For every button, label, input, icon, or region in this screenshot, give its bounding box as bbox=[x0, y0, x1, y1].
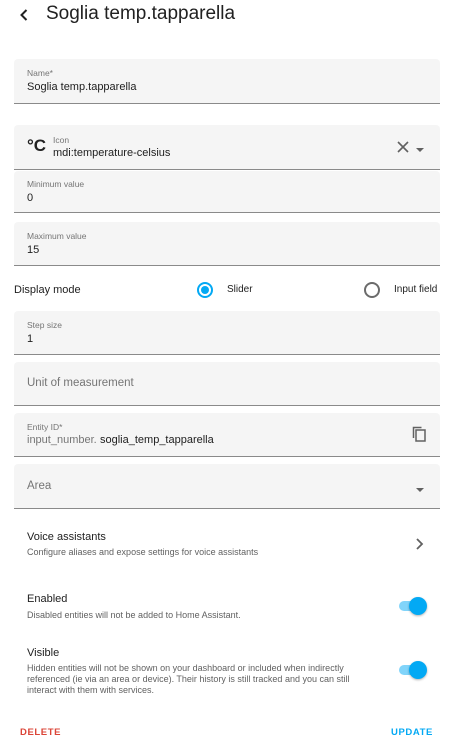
display-mode-label: Display mode bbox=[14, 284, 81, 296]
caret-down-icon bbox=[416, 148, 424, 152]
icon-field-label: Icon bbox=[53, 135, 70, 145]
copy-icon bbox=[412, 426, 426, 442]
slider-radio[interactable] bbox=[197, 282, 213, 298]
dropdown-button[interactable] bbox=[414, 142, 426, 152]
icon-field[interactable]: °C Icon mdi:temperature-celsius bbox=[14, 125, 440, 170]
close-icon bbox=[397, 141, 409, 153]
voice-assistants-row[interactable]: Voice assistants Configure aliases and e… bbox=[0, 527, 451, 563]
chevron-right-icon bbox=[416, 538, 424, 550]
enabled-subtitle: Disabled entities will not be added to H… bbox=[27, 610, 241, 620]
maximum-value-field[interactable]: Maximum value 15 bbox=[14, 222, 440, 266]
step-size-value: 1 bbox=[27, 333, 34, 345]
minimum-value-field[interactable]: Minimum value 0 bbox=[14, 171, 440, 213]
input-field-radio-label[interactable]: Input field bbox=[394, 284, 437, 295]
display-mode-group: Display mode Slider Input field bbox=[14, 280, 440, 302]
enabled-toggle[interactable] bbox=[397, 597, 427, 615]
slider-radio-label[interactable]: Slider bbox=[227, 284, 253, 295]
voice-assistants-subtitle: Configure aliases and expose settings fo… bbox=[27, 547, 259, 557]
entity-id-value: soglia_temp_tapparella bbox=[100, 434, 214, 446]
enabled-toggle-thumb bbox=[409, 597, 427, 615]
dialog-header: Soglia temp.tapparella bbox=[0, 0, 451, 30]
minimum-value-value: 0 bbox=[27, 192, 34, 204]
area-field[interactable]: Area bbox=[14, 464, 440, 509]
area-placeholder: Area bbox=[27, 480, 52, 492]
visible-title: Visible bbox=[27, 647, 60, 659]
enabled-row: Enabled Disabled entities will not be ad… bbox=[0, 590, 451, 624]
caret-down-icon bbox=[416, 488, 424, 492]
step-size-label: Step size bbox=[27, 320, 62, 330]
entity-id-label: Entity ID* bbox=[27, 422, 63, 432]
minimum-value-label: Minimum value bbox=[27, 179, 85, 189]
unit-of-measurement-placeholder: Unit of measurement bbox=[27, 377, 134, 389]
delete-button[interactable]: DELETE bbox=[20, 727, 61, 738]
copy-button[interactable] bbox=[411, 426, 427, 443]
voice-assistants-title: Voice assistants bbox=[27, 531, 106, 543]
visible-subtitle: Hidden entities will not be shown on you… bbox=[27, 663, 350, 695]
temperature-celsius-icon: °C bbox=[27, 136, 47, 155]
clear-button[interactable] bbox=[396, 140, 410, 154]
visible-row: Visible Hidden entities will not be show… bbox=[0, 644, 451, 700]
update-button[interactable]: UPDATE bbox=[391, 727, 433, 738]
unit-of-measurement-field[interactable]: Unit of measurement bbox=[14, 362, 440, 406]
name-field[interactable]: Name* Soglia temp.tapparella bbox=[14, 59, 440, 104]
input-field-radio[interactable] bbox=[364, 282, 380, 298]
back-button[interactable] bbox=[14, 5, 34, 25]
enabled-title: Enabled bbox=[27, 593, 68, 605]
step-size-field[interactable]: Step size 1 bbox=[14, 311, 440, 355]
area-dropdown-button[interactable] bbox=[414, 482, 426, 492]
visible-toggle-thumb bbox=[409, 661, 427, 679]
page-title: Soglia temp.tapparella bbox=[46, 3, 236, 24]
maximum-value-label: Maximum value bbox=[27, 231, 87, 241]
chevron-left-icon bbox=[20, 9, 28, 21]
icon-field-value: mdi:temperature-celsius bbox=[53, 147, 171, 159]
entity-id-field[interactable]: Entity ID* input_number. soglia_temp_tap… bbox=[14, 413, 440, 457]
maximum-value-value: 15 bbox=[27, 244, 40, 256]
name-field-value: Soglia temp.tapparella bbox=[27, 81, 137, 93]
entity-id-prefix: input_number. bbox=[27, 434, 97, 446]
name-field-label: Name* bbox=[27, 68, 53, 78]
visible-toggle[interactable] bbox=[397, 661, 427, 679]
